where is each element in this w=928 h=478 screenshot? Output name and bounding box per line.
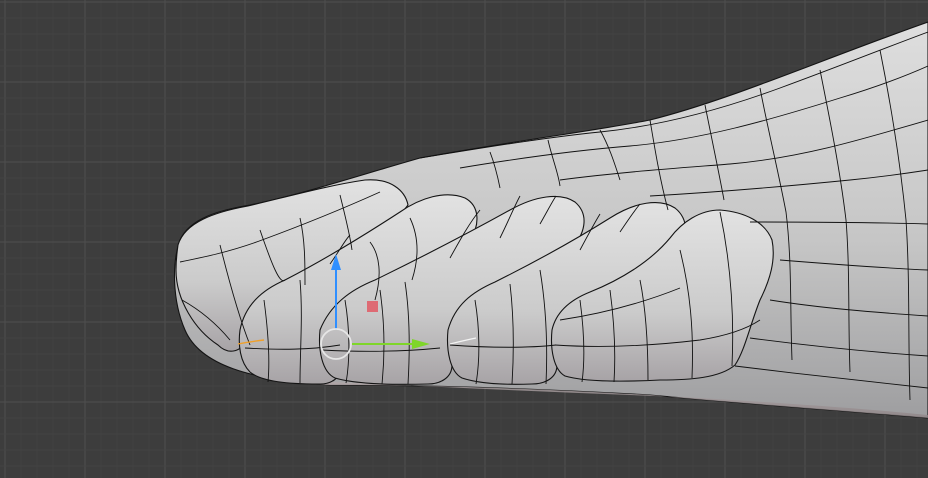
square-handle-icon[interactable] [367,301,378,312]
foot-mesh-scene[interactable] [0,0,928,478]
3d-viewport[interactable] [0,0,928,478]
